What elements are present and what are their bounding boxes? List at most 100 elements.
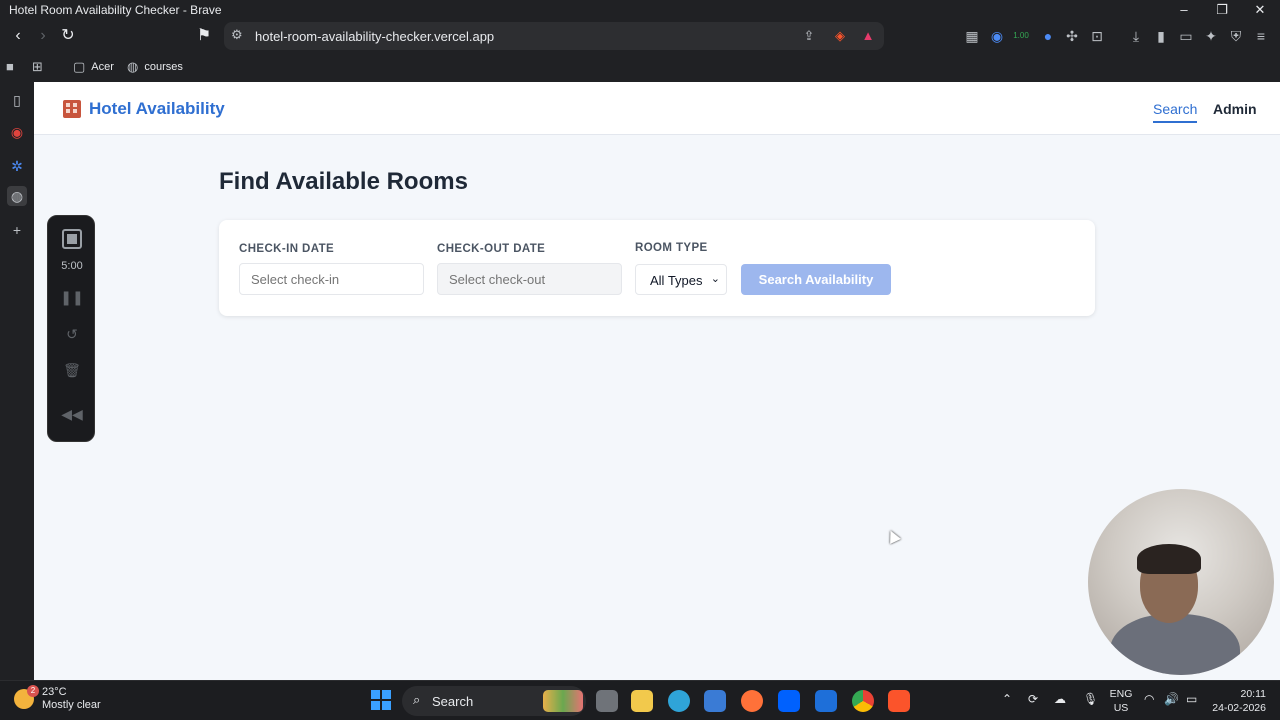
microphone-icon[interactable]: 🎙 <box>1083 692 1098 706</box>
pause-icon[interactable]: ❚❚ <box>48 289 96 306</box>
outlook-icon[interactable] <box>815 690 837 712</box>
file-explorer-icon[interactable] <box>631 690 653 712</box>
audio-icon[interactable]: ◉ <box>987 26 1007 46</box>
window-title: Hotel Room Availability Checker - Brave <box>9 3 222 17</box>
language-indicator[interactable]: ENG US <box>1108 687 1134 715</box>
url-text[interactable]: hotel-room-availability-checker.vercel.a… <box>255 29 494 44</box>
system-clock[interactable]: 20:11 24-02-2026 <box>1210 687 1266 715</box>
dropbox-icon[interactable] <box>778 690 800 712</box>
stop-recording-icon[interactable] <box>62 229 82 249</box>
close-icon[interactable]: ✕ <box>1248 1 1272 19</box>
notification-extension-icon[interactable]: ● <box>1038 26 1058 46</box>
browser-vertical-sidebar: ▯ ◉ ✲ ◍ + <box>0 82 34 680</box>
hotel-icon <box>63 100 81 118</box>
weather-desc: Mostly clear <box>42 699 101 711</box>
add-icon[interactable]: + <box>7 220 27 240</box>
roomtype-value: All Types <box>650 273 703 288</box>
record-icon[interactable]: ◉ <box>7 122 27 142</box>
address-bar[interactable]: ⚙ hotel-room-availability-checker.vercel… <box>224 22 884 50</box>
bookmark-label: Acer <box>91 61 114 73</box>
battery-icon[interactable]: ▭ <box>1186 692 1197 706</box>
chrome-icon[interactable] <box>852 690 874 712</box>
bookmark-label: courses <box>144 61 183 73</box>
bookmark-courses[interactable]: ◍ courses <box>127 59 183 75</box>
browser-toolbar: ‹ › ↻ ⚑ ⚙ hotel-room-availability-checke… <box>0 20 1280 52</box>
checkout-label: CHECK-OUT DATE <box>437 243 546 255</box>
firefox-icon[interactable] <box>741 690 763 712</box>
nav-admin-link[interactable]: Admin <box>1213 101 1257 117</box>
region-code: US <box>1113 702 1129 714</box>
extension-icon[interactable]: ▦ <box>962 26 982 46</box>
chevron-down-icon: ⌄ <box>710 273 720 285</box>
screenshot-icon[interactable]: ⊡ <box>1087 26 1107 46</box>
vpn-icon[interactable]: ⛨ <box>1226 26 1246 46</box>
wallet-icon[interactable]: ▭ <box>1176 26 1196 46</box>
widgets-icon[interactable] <box>543 690 583 712</box>
volume-icon[interactable]: 🔊 <box>1164 692 1179 706</box>
window-titlebar: Hotel Room Availability Checker - Brave … <box>0 0 1280 20</box>
checkin-label: CHECK-IN DATE <box>239 243 335 255</box>
page-title: Find Available Rooms <box>219 168 468 195</box>
sidebar-panel-icon[interactable]: ▯ <box>7 90 27 110</box>
apps-grid-icon[interactable]: ⊞ <box>32 59 43 75</box>
weather-badge: 2 <box>27 685 39 697</box>
settings-icon[interactable]: ✲ <box>7 156 27 176</box>
store-icon[interactable] <box>704 690 726 712</box>
brave-icon[interactable] <box>888 690 910 712</box>
taskbar: 2 23°C Mostly clear ⌕ Search ⌃ ⟳ ☁ 🎙 ENG… <box>0 680 1280 720</box>
bookmark-acer[interactable]: ▢ Acer <box>73 59 114 75</box>
cloud-icon[interactable]: ☁ <box>1054 692 1066 706</box>
sidebar-toggle-icon[interactable]: ▮ <box>1151 26 1171 46</box>
search-form-card: CHECK-IN DATE CHECK-OUT DATE ROOM TYPE A… <box>219 220 1095 316</box>
restore-icon[interactable]: ❐ <box>1210 1 1234 19</box>
search-icon: ⌕ <box>413 692 421 707</box>
bookmark-icon[interactable]: ⚑ <box>192 24 216 48</box>
back-icon[interactable]: ‹ <box>6 24 30 48</box>
weather-temp: 23°C <box>42 686 67 698</box>
brand-logo[interactable]: Hotel Availability <box>63 99 225 119</box>
clock-time: 20:11 <box>1240 688 1267 700</box>
checkin-input[interactable] <box>239 263 424 295</box>
leo-ai-icon[interactable]: ✦ <box>1201 26 1221 46</box>
speed-extension-icon[interactable]: 1.00 <box>1011 26 1031 46</box>
share-icon[interactable]: ⇪ <box>799 26 819 46</box>
folder-icon: ▢ <box>73 59 86 74</box>
webcam-overlay <box>1088 489 1274 675</box>
bookmarks-bar: ■ ⊞ ▢ Acer ◍ courses <box>0 52 1280 82</box>
sync-icon[interactable]: ⟳ <box>1028 692 1038 706</box>
checkout-input[interactable] <box>437 263 622 295</box>
globe-icon: ◍ <box>127 59 139 74</box>
app-launcher-icon[interactable]: ■ <box>6 59 14 74</box>
wifi-icon[interactable]: ◠ <box>1144 692 1154 706</box>
forward-icon[interactable]: › <box>31 24 55 48</box>
screen-recorder-panel: 5:00 ❚❚ ↺ 🗑 ◀◀ <box>47 215 95 442</box>
clock-date: 24-02-2026 <box>1212 702 1266 714</box>
windows-start-icon[interactable] <box>371 690 391 710</box>
menu-icon[interactable]: ≡ <box>1251 26 1271 46</box>
search-availability-button[interactable]: Search Availability <box>741 264 891 295</box>
roomtype-select[interactable]: All Types ⌄ <box>635 264 727 295</box>
puzzle-icon[interactable]: ✣ <box>1062 26 1082 46</box>
reload-icon[interactable]: ↻ <box>56 24 80 48</box>
weather-icon: 2 <box>14 685 39 709</box>
brave-shields-icon[interactable]: ◈ <box>830 26 850 46</box>
brand-name: Hotel Availability <box>89 99 225 118</box>
delete-icon[interactable]: 🗑 <box>48 362 96 379</box>
taskbar-search-label: Search <box>432 694 474 709</box>
restart-icon[interactable]: ↺ <box>48 326 96 343</box>
brave-rewards-icon[interactable]: ▲ <box>858 26 878 46</box>
roomtype-label: ROOM TYPE <box>635 242 708 254</box>
rewind-icon[interactable]: ◀◀ <box>48 406 96 423</box>
tray-expand-icon[interactable]: ⌃ <box>1002 692 1012 706</box>
recording-timer: 5:00 <box>61 260 83 272</box>
minimize-icon[interactable]: – <box>1172 1 1196 19</box>
download-icon[interactable]: ⤓ <box>1126 26 1146 46</box>
lang-code: ENG <box>1109 688 1133 700</box>
weather-widget[interactable]: 2 23°C Mostly clear <box>14 685 101 712</box>
app-header: Hotel Availability Search Admin <box>34 82 1280 135</box>
edge-icon[interactable] <box>668 690 690 712</box>
task-view-icon[interactable] <box>596 690 618 712</box>
site-settings-icon[interactable]: ⚙ <box>231 27 243 43</box>
nav-search-link[interactable]: Search <box>1153 101 1198 123</box>
globe-icon[interactable]: ◍ <box>7 186 27 206</box>
